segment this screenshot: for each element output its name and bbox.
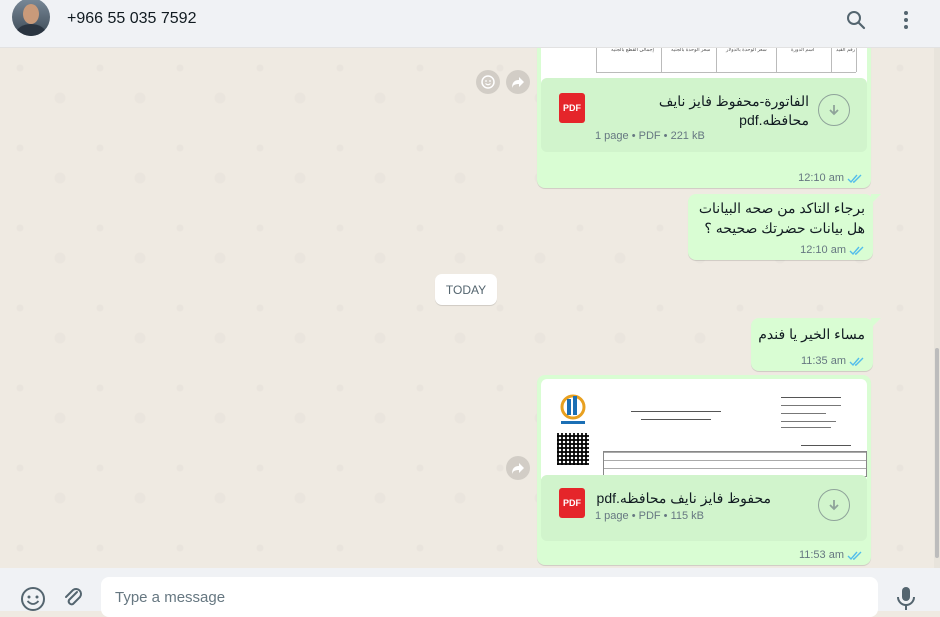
- message-meta: 12:10 am: [800, 244, 865, 256]
- message-time: 11:53 am: [798, 549, 844, 561]
- chat-area[interactable]: إجمالي القطع بالجنيه سعر الوحدة بالجنيه …: [0, 48, 934, 568]
- read-ticks-icon: [847, 174, 862, 183]
- contact-avatar[interactable]: [12, 0, 50, 36]
- company-logo: [560, 394, 586, 424]
- text-message[interactable]: مساء الخير يا فندم 11:35 am: [751, 318, 881, 371]
- chat-scrollbar[interactable]: [934, 48, 940, 568]
- emoji-icon[interactable]: [20, 586, 46, 612]
- message-meta: 11:35 am: [801, 355, 865, 367]
- document-name: الفاتورة-محفوظ فايز نايف محافظه.pdf: [658, 93, 809, 128]
- message-text-line1: مساء الخير يا فندم: [758, 326, 865, 342]
- emoji-react-icon[interactable]: [476, 70, 500, 94]
- read-ticks-icon: [849, 246, 864, 255]
- student-table: [603, 451, 867, 477]
- read-ticks-icon: [849, 357, 864, 366]
- message-time: 12:10 am: [798, 172, 844, 184]
- chat-header: +966 55 035 7592: [0, 0, 940, 48]
- forward-icon[interactable]: [506, 70, 530, 94]
- text-message[interactable]: برجاء التاكد من صحه البيانات هل بيانات ح…: [688, 194, 881, 260]
- message-meta: 11:53 am: [799, 549, 863, 561]
- message-input-box[interactable]: [101, 577, 878, 617]
- download-icon[interactable]: [818, 94, 850, 126]
- scrollbar-thumb[interactable]: [935, 348, 939, 558]
- attach-icon[interactable]: [61, 586, 85, 610]
- message-text-line1: برجاء التاكد من صحه البيانات: [698, 200, 865, 216]
- microphone-icon[interactable]: [895, 585, 917, 611]
- message-input[interactable]: [113, 588, 857, 607]
- document-message[interactable]: إجمالي القطع بالجنيه سعر الوحدة بالجنيه …: [537, 48, 871, 188]
- download-icon[interactable]: [818, 489, 850, 521]
- pdf-file-icon: PDF: [559, 488, 585, 518]
- read-ticks-icon: [847, 551, 862, 560]
- contact-name[interactable]: +966 55 035 7592: [67, 10, 196, 28]
- message-text-line2: هل بيانات حضرتك صحيحه ؟: [704, 220, 865, 236]
- search-icon[interactable]: [844, 8, 868, 32]
- document-info: 1 page • PDF • 221 kB: [595, 130, 705, 142]
- pdf-preview[interactable]: [541, 379, 867, 479]
- date-divider: TODAY: [435, 274, 497, 305]
- qr-code: [557, 433, 589, 465]
- menu-dots-icon[interactable]: [894, 8, 918, 32]
- message-meta: 12:10 am: [798, 172, 863, 184]
- pdf-file-icon: PDF: [559, 93, 585, 123]
- message-time: 12:10 am: [800, 244, 846, 256]
- document-card[interactable]: PDF محفوظ فايز نايف محافظه.pdf 1 page • …: [541, 475, 867, 541]
- document-info: 1 page • PDF • 115 kB: [595, 510, 705, 522]
- document-message[interactable]: PDF محفوظ فايز نايف محافظه.pdf 1 page • …: [537, 375, 871, 565]
- document-card[interactable]: PDF الفاتورة-محفوظ فايز نايف محافظه.pdf …: [541, 78, 867, 152]
- document-name: محفوظ فايز نايف محافظه.pdf: [596, 490, 771, 506]
- forward-icon[interactable]: [506, 456, 530, 480]
- message-time: 11:35 am: [800, 355, 846, 367]
